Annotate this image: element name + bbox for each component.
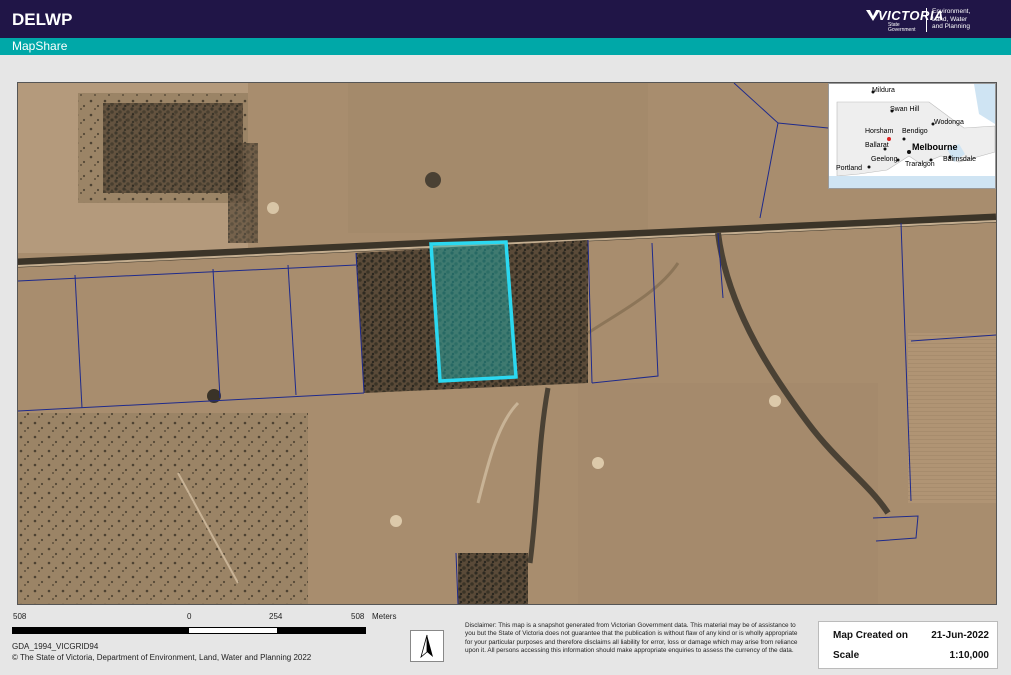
map-info-box: Map Created on 21-Jun-2022 Scale 1:10,00… bbox=[818, 621, 998, 669]
app-header: DELWP VICTORIA State Government Environm… bbox=[0, 0, 1011, 38]
victoria-logo: VICTORIA State Government bbox=[866, 4, 943, 34]
scale-bar-graphic bbox=[12, 627, 366, 634]
copyright-text: © The State of Victoria, Department of E… bbox=[12, 653, 312, 662]
inset-label-swan-hill: Swan Hill bbox=[890, 106, 920, 113]
inset-label-geelong: Geelong bbox=[871, 156, 898, 163]
logo-sub: State Government bbox=[888, 23, 916, 33]
inset-label-portland: Portland bbox=[836, 165, 863, 172]
inset-label-wodonga: Wodonga bbox=[934, 119, 964, 126]
disclaimer-text: Disclaimer: This map is a snapshot gener… bbox=[465, 622, 798, 655]
inset-label-traralgon: Traralgon bbox=[905, 161, 935, 168]
inset-label-bendigo: Bendigo bbox=[902, 128, 928, 135]
inset-label-melbourne: Melbourne bbox=[912, 142, 958, 152]
dept-line-2: Land, Water bbox=[932, 15, 968, 23]
app-brand: DELWP bbox=[12, 10, 73, 29]
victoria-outline bbox=[829, 84, 995, 188]
scale-value: 1:10,000 bbox=[949, 650, 989, 661]
logo-sub-2: Government bbox=[888, 27, 916, 33]
scale-seg-1 bbox=[13, 628, 189, 633]
app-subheader: MapShare bbox=[0, 38, 1011, 55]
inset-label-bairnsdale: Bairnsdale bbox=[943, 156, 977, 163]
scale-label-zero: 0 bbox=[187, 612, 192, 621]
created-value: 21-Jun-2022 bbox=[931, 630, 989, 641]
mapshare-title: MapShare bbox=[12, 39, 68, 53]
dept-line-3: and Planning bbox=[932, 23, 970, 30]
selected-parcel[interactable] bbox=[429, 240, 518, 383]
scale-seg-2 bbox=[277, 628, 365, 633]
scale-label-left: 508 bbox=[13, 612, 27, 621]
inset-label-horsham: Horsham bbox=[865, 128, 894, 135]
projection-label: GDA_1994_VICGRID94 bbox=[12, 642, 99, 651]
scale-unit: Meters bbox=[372, 612, 397, 621]
inset-label-ballarat: Ballarat bbox=[865, 142, 889, 149]
scale-label-mid: 254 bbox=[269, 612, 283, 621]
dept-line-1: Environment, bbox=[932, 8, 971, 15]
scale-label-right: 508 bbox=[351, 612, 365, 621]
inset-label-mildura: Mildura bbox=[872, 87, 895, 94]
inset-map: Mildura Swan Hill Wodonga Horsham Bendig… bbox=[828, 83, 996, 189]
department-name: Environment, Land, Water and Planning bbox=[932, 8, 970, 31]
logo-divider bbox=[926, 8, 927, 32]
north-arrow-icon bbox=[410, 630, 444, 662]
scale-bar: 508 0 254 508 Meters bbox=[10, 612, 410, 642]
